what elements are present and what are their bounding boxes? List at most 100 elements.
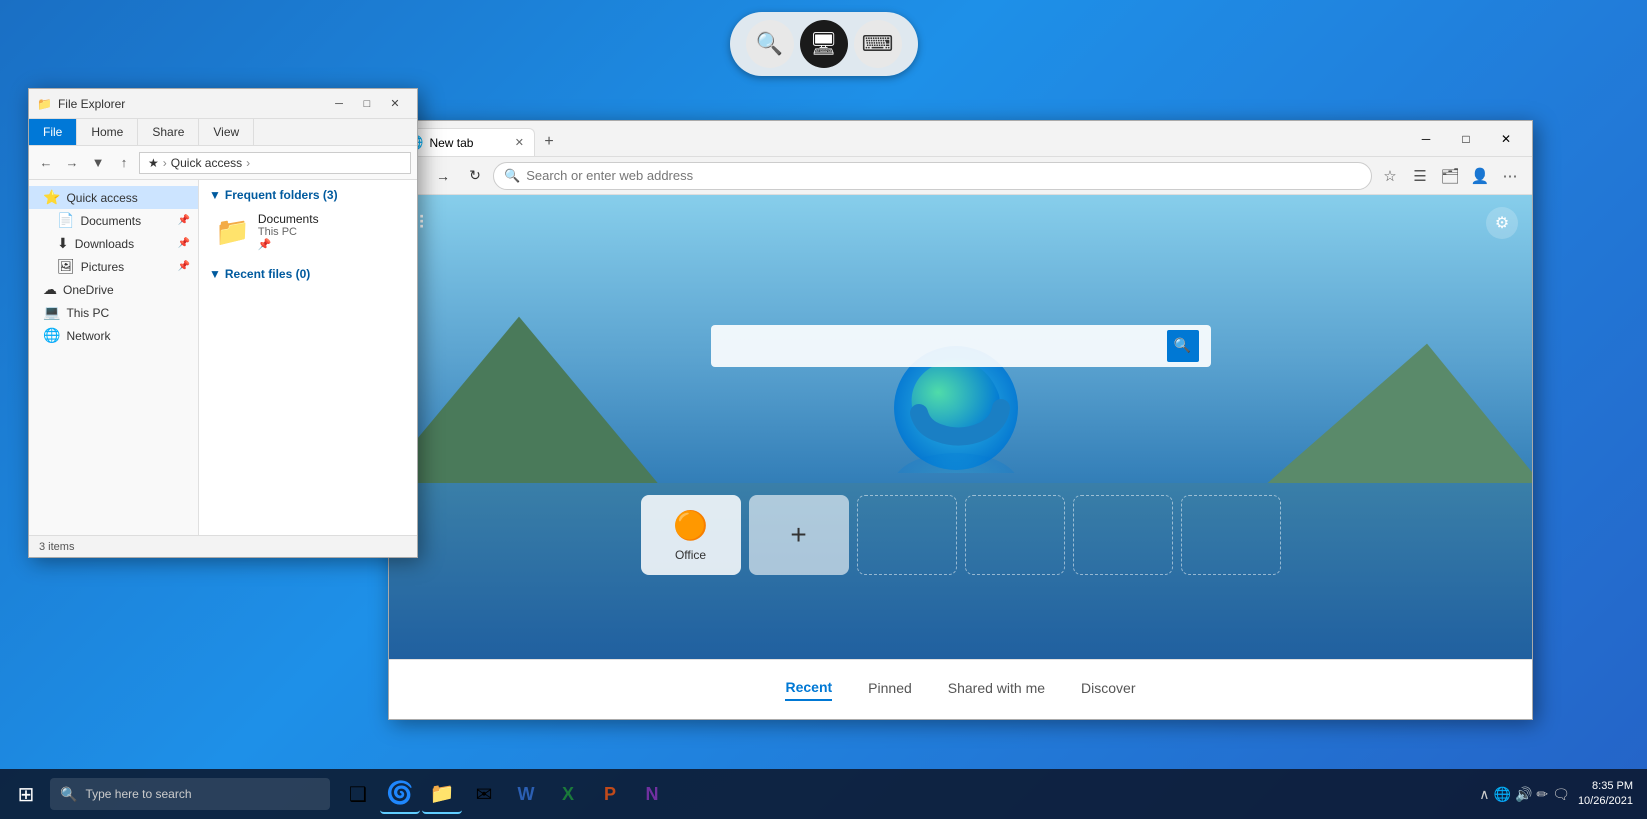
clock-time: 8:35 PM [1578, 779, 1633, 794]
taskbar-clock[interactable]: 8:35 PM 10/26/2021 [1578, 779, 1633, 810]
remote-desktop-button[interactable]: 🖥 [800, 20, 848, 68]
taskbar-edge[interactable]: 🌀 [380, 774, 420, 814]
taskbar-search[interactable]: 🔍 Type here to search [50, 778, 330, 810]
minimize-button[interactable]: ─ [325, 94, 353, 114]
profile-button[interactable]: 👤 [1466, 162, 1494, 190]
sidebar-item-documents[interactable]: 📄 Documents 📌 [29, 209, 198, 232]
taskbar-task-view[interactable]: ❑ [338, 774, 378, 814]
edge-titlebar: 🌐 New tab ✕ + ─ □ ✕ [389, 121, 1532, 157]
edge-close[interactable]: ✕ [1486, 123, 1526, 155]
quicklink-add[interactable]: + [749, 495, 849, 575]
floating-toolbar: 🔍 🖥 ⌨ [730, 12, 918, 76]
cloud-icon: ☁ [43, 281, 57, 298]
folder-documents-icon: 📁 [215, 215, 250, 248]
favorites-star-button[interactable]: ☆ [1376, 162, 1404, 190]
fe-main-panel: ▼ Frequent folders (3) 📁 Documents This … [199, 180, 417, 535]
tab-share[interactable]: Share [138, 119, 199, 145]
maximize-button[interactable]: □ [353, 94, 381, 114]
nav-back[interactable]: ← [35, 152, 57, 174]
taskbar-word[interactable]: W [506, 774, 546, 814]
forward-button[interactable]: → [429, 162, 457, 190]
tray-network[interactable]: 🌐 [1494, 786, 1511, 803]
mail-icon: ✉ [476, 782, 493, 807]
content-tab-recent[interactable]: Recent [785, 679, 832, 701]
file-explorer-title-icon: 📁 [37, 97, 52, 111]
quicklink-empty-4 [1181, 495, 1281, 575]
tray-chevron[interactable]: ∧ [1479, 786, 1489, 803]
tab-close-button[interactable]: ✕ [515, 136, 524, 149]
newtab-search-input[interactable] [723, 338, 1159, 354]
office-icon: 🟠 [673, 509, 708, 542]
quicklink-empty-1 [857, 495, 957, 575]
newtab-quicklinks: 🟠 Office + [641, 495, 1281, 575]
tray-notification[interactable]: 🗨 [1552, 786, 1570, 803]
new-tab-button[interactable]: + [535, 128, 563, 156]
collapse-icon: ▼ [209, 188, 221, 202]
folder-item-documents[interactable]: 📁 Documents This PC 📌 [209, 208, 407, 255]
settings-icon: ⚙ [1495, 213, 1509, 233]
pin-icon: 📌 [258, 238, 319, 251]
edge-minimize[interactable]: ─ [1406, 123, 1446, 155]
content-tab-pinned[interactable]: Pinned [868, 680, 912, 700]
more-button[interactable]: ⋯ [1496, 162, 1524, 190]
sidebar-item-network[interactable]: 🌐 Network [29, 324, 198, 347]
quicklink-office[interactable]: 🟠 Office [641, 495, 741, 575]
tray-volume[interactable]: 🔊 [1515, 786, 1532, 803]
sidebar-item-pictures[interactable]: 🖼 Pictures 📌 [29, 255, 198, 278]
newtab-content-tabs: Recent Pinned Shared with me Discover [389, 659, 1532, 719]
file-explorer-title-text: File Explorer [58, 97, 125, 111]
taskbar-powerpoint[interactable]: P [590, 774, 630, 814]
newtab-search-bar[interactable]: 🔍 [711, 325, 1211, 367]
powerpoint-icon: P [604, 784, 616, 805]
task-view-icon: ❑ [349, 782, 367, 807]
url-bar[interactable]: 🔍 Search or enter web address [493, 162, 1372, 190]
address-path[interactable]: ★ › Quick access › [139, 152, 411, 174]
document-icon: 📄 [57, 212, 74, 229]
computer-icon: 💻 [43, 304, 60, 321]
tray-pen[interactable]: ✏ [1536, 786, 1548, 803]
sidebar-item-downloads[interactable]: ⬇ Downloads 📌 [29, 232, 198, 255]
sidebar-item-thispc[interactable]: 💻 This PC [29, 301, 198, 324]
sidebar-item-onedrive[interactable]: ☁ OneDrive [29, 278, 198, 301]
download-icon: ⬇ [57, 235, 69, 252]
fe-address-bar: ← → ▼ ↑ ★ › Quick access › [29, 146, 417, 180]
taskbar-search-icon: 🔍 [60, 786, 77, 803]
taskbar-mail[interactable]: ✉ [464, 774, 504, 814]
nav-forward[interactable]: → [61, 152, 83, 174]
file-explorer-icon: 📁 [430, 781, 455, 806]
newtab-settings-button[interactable]: ⚙ [1486, 207, 1518, 239]
fe-content-area: ⭐ Quick access 📄 Documents 📌 ⬇ Downloads… [29, 180, 417, 535]
edge-newtab-content: ⠿ ⚙ [389, 195, 1532, 659]
recent-files-header[interactable]: ▼ Recent files (0) [209, 267, 407, 281]
fe-sidebar: ⭐ Quick access 📄 Documents 📌 ⬇ Downloads… [29, 180, 199, 535]
excel-icon: X [562, 784, 574, 805]
sidebar-item-quick-access[interactable]: ⭐ Quick access [29, 186, 198, 209]
tab-file[interactable]: File [29, 119, 77, 145]
addr-quick-access: Quick access [171, 156, 242, 170]
pin-icon-doc: 📌 [178, 215, 190, 226]
close-button[interactable]: ✕ [381, 94, 409, 114]
collections-button[interactable]: 🗂 [1436, 162, 1464, 190]
content-tab-discover[interactable]: Discover [1081, 680, 1135, 700]
tab-view[interactable]: View [199, 119, 254, 145]
frequent-folders-header[interactable]: ▼ Frequent folders (3) [209, 188, 407, 202]
nav-up[interactable]: ↑ [113, 152, 135, 174]
onenote-icon: N [646, 784, 659, 805]
newtab-search-button[interactable]: 🔍 [1167, 330, 1199, 362]
nav-recent[interactable]: ▼ [87, 152, 109, 174]
edge-browser-window: 🌐 New tab ✕ + ─ □ ✕ ← → ↻ 🔍 Search or en… [388, 120, 1533, 720]
taskbar-onenote[interactable]: N [632, 774, 672, 814]
taskbar-file-explorer[interactable]: 📁 [422, 774, 462, 814]
fe-ribbon: File Home Share View [29, 119, 417, 146]
tab-home[interactable]: Home [77, 119, 138, 145]
refresh-button[interactable]: ↻ [461, 162, 489, 190]
pin-icon-pic: 📌 [178, 261, 190, 272]
taskbar-excel[interactable]: X [548, 774, 588, 814]
content-tab-shared[interactable]: Shared with me [948, 680, 1045, 700]
edge-maximize[interactable]: □ [1446, 123, 1486, 155]
favorites-button[interactable]: ☰ [1406, 162, 1434, 190]
start-button[interactable]: ⊞ [6, 774, 46, 814]
keyboard-button[interactable]: ⌨ [854, 20, 902, 68]
zoom-in-button[interactable]: 🔍 [746, 20, 794, 68]
tab-label: New tab [429, 136, 508, 150]
